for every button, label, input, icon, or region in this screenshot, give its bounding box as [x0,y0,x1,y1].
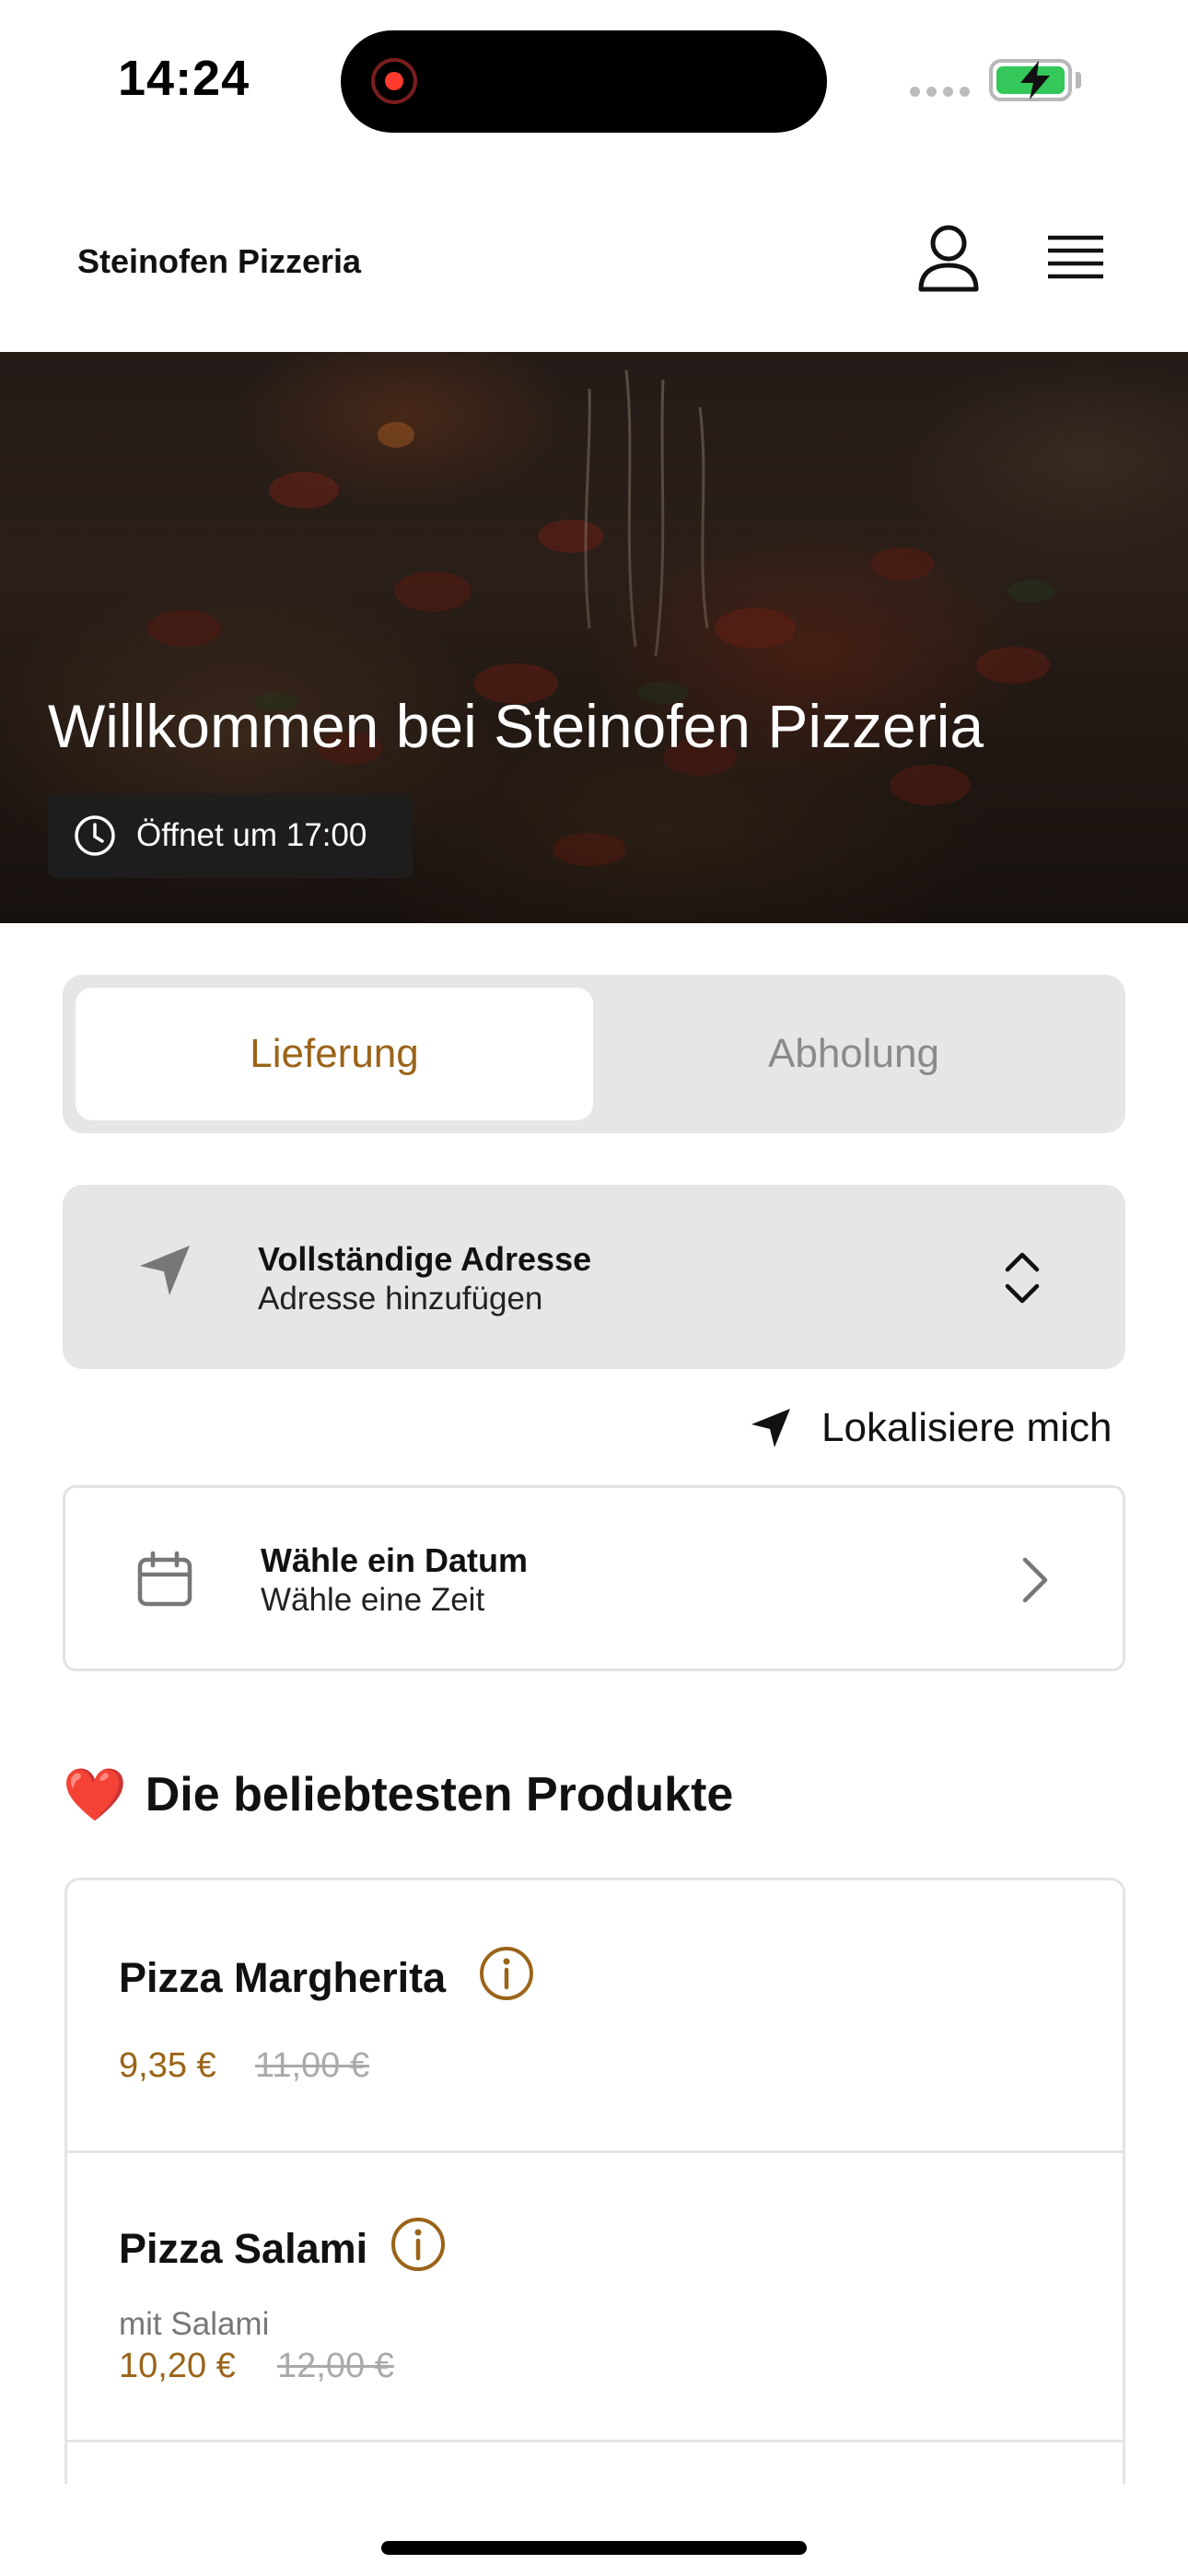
product-price: 9,35 € [119,2046,216,2085]
tab-delivery[interactable]: Lieferung [76,988,593,1120]
product-name: Pizza Margherita [119,1954,447,2001]
product-price: 10,20 € [119,2347,236,2385]
product-name: Pizza Salami [119,2225,368,2272]
chevron-right-icon [1022,1557,1048,1603]
location-arrow-icon [751,1409,790,1447]
address-selector[interactable]: Vollständige Adresse Adresse hinzufügen [63,1185,1125,1369]
opening-hours-badge: Öffnet um 17:00 [48,793,413,878]
locate-me-label: Lokalisiere mich [821,1405,1112,1450]
brand-name: Steinofen Pizzeria [77,242,362,280]
heart-icon: ❤️ [63,1765,127,1823]
dynamic-island [341,30,827,133]
chevron-up-down-icon [1005,1252,1040,1304]
opening-hours-text: Öffnet um 17:00 [136,817,367,853]
hero-banner: Willkommen bei Steinofen Pizzeria Öffnet… [0,352,1188,923]
popular-products-heading: ❤️ Die beliebtesten Produkte [63,1767,733,1822]
locate-me-button[interactable]: Lokalisiere mich [750,1402,1112,1454]
time-label: Wähle eine Zeit [261,1582,485,1618]
calendar-icon [137,1551,192,1607]
info-icon[interactable] [390,2216,447,2273]
battery-charging-icon [989,59,1072,101]
order-mode-toggle: Lieferung Abholung [63,975,1125,1133]
status-bar: 14:24 [0,0,1188,166]
hero-title: Willkommen bei Steinofen Pizzeria [48,692,984,760]
product-item[interactable]: Pizza Salami mit Salami 10,20 € 12,00 € [67,2153,1123,2442]
hamburger-menu-icon [1048,235,1103,279]
product-old-price: 11,00 € [255,2046,369,2085]
cellular-signal-icon [910,87,970,97]
address-value: Adresse hinzufügen [258,1281,543,1317]
schedule-selector[interactable]: Wähle ein Datum Wähle eine Zeit [63,1485,1125,1671]
person-icon [918,225,979,292]
app-header: Steinofen Pizzeria [0,166,1188,352]
clock-icon [75,815,115,856]
recording-indicator-icon [371,58,417,104]
address-label: Vollständige Adresse [258,1240,592,1278]
product-list: Pizza Margherita 9,35 € 11,00 € Pizza Sa… [64,1878,1125,2484]
battery-cap [1076,72,1081,88]
navigation-arrow-icon [140,1246,190,1295]
product-item[interactable]: Pizza Margherita 9,35 € 11,00 € [67,1880,1123,2153]
info-icon[interactable] [478,1945,535,2002]
tab-pickup[interactable]: Abholung [595,988,1112,1120]
popular-products-title: Die beliebtesten Produkte [145,1768,734,1821]
status-time: 14:24 [118,51,250,106]
menu-button[interactable] [1035,225,1112,289]
product-description: mit Salami [119,2306,270,2342]
home-indicator[interactable] [381,2541,807,2555]
date-label: Wähle ein Datum [261,1541,529,1579]
account-button[interactable] [912,221,985,295]
product-old-price: 12,00 € [277,2347,394,2385]
